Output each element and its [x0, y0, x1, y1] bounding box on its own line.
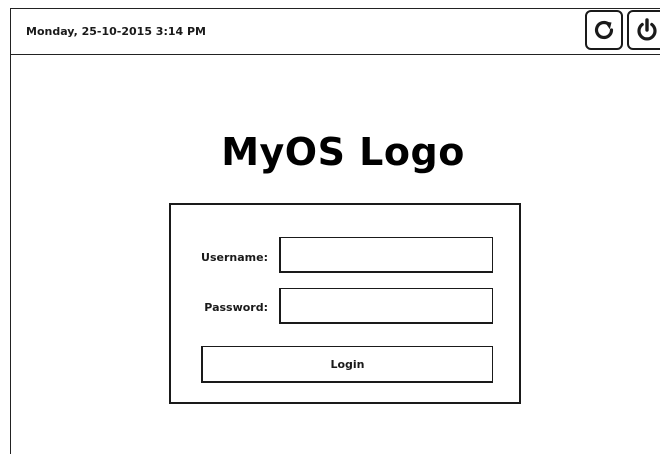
login-form: Username: Password: Login: [169, 203, 521, 404]
os-logo: MyOS Logo: [221, 130, 465, 174]
username-label: Username:: [201, 251, 268, 264]
login-button[interactable]: Login: [201, 346, 493, 383]
frame-left-border: [10, 8, 11, 454]
password-label: Password:: [204, 301, 268, 314]
password-input[interactable]: [279, 288, 493, 324]
refresh-button[interactable]: [585, 10, 623, 50]
datetime-display: Monday, 25-10-2015 3:14 PM: [26, 25, 207, 38]
login-screen: Monday, 25-10-2015 3:14 PM MyOS Logo Use…: [0, 0, 660, 454]
top-bar: Monday, 25-10-2015 3:14 PM: [10, 8, 660, 55]
power-button[interactable]: [627, 10, 660, 50]
power-icon: [634, 17, 660, 43]
username-input[interactable]: [279, 237, 493, 273]
refresh-icon: [591, 17, 617, 43]
